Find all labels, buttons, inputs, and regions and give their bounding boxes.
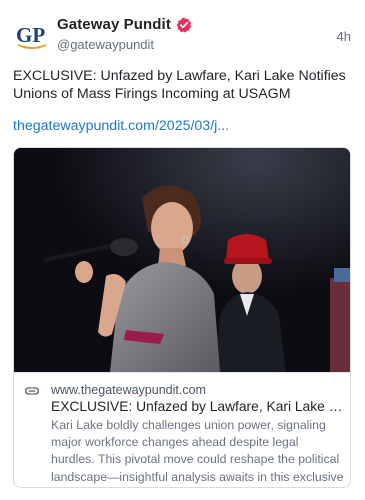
card-description: Kari Lake boldly challenges union power,… bbox=[51, 418, 344, 487]
post-header: GP Gateway Pundit @gatewaypundit 4h bbox=[13, 15, 353, 57]
post-timestamp[interactable]: 4h bbox=[337, 29, 351, 44]
post-body-text: EXCLUSIVE: Unfazed by Lawfare, Kari Lake… bbox=[13, 68, 346, 102]
author-handle[interactable]: @gatewaypundit bbox=[57, 37, 154, 52]
card-title[interactable]: EXCLUSIVE: Unfazed by Lawfare, Kari Lake… bbox=[51, 399, 343, 414]
chain-link-icon bbox=[25, 387, 39, 395]
news-photo-image[interactable] bbox=[14, 148, 350, 372]
gp-logo-icon: GP bbox=[13, 15, 51, 53]
social-post: GP Gateway Pundit @gatewaypundit 4h EXCL… bbox=[0, 0, 365, 500]
news-photo bbox=[14, 148, 350, 372]
verified-badge-icon bbox=[176, 17, 192, 33]
post-link[interactable]: thegatewaypundit.com/2025/03/j... bbox=[13, 118, 229, 134]
author-name-row: Gateway Pundit bbox=[57, 16, 192, 33]
author-display-name[interactable]: Gateway Pundit bbox=[57, 16, 171, 33]
avatar-text: GP bbox=[16, 23, 45, 47]
author-avatar[interactable]: GP bbox=[13, 15, 51, 53]
link-preview-card[interactable]: www.thegatewaypundit.com EXCLUSIVE: Unfa… bbox=[13, 147, 351, 488]
card-domain: www.thegatewaypundit.com bbox=[51, 383, 206, 397]
card-meta: www.thegatewaypundit.com EXCLUSIVE: Unfa… bbox=[14, 372, 350, 487]
